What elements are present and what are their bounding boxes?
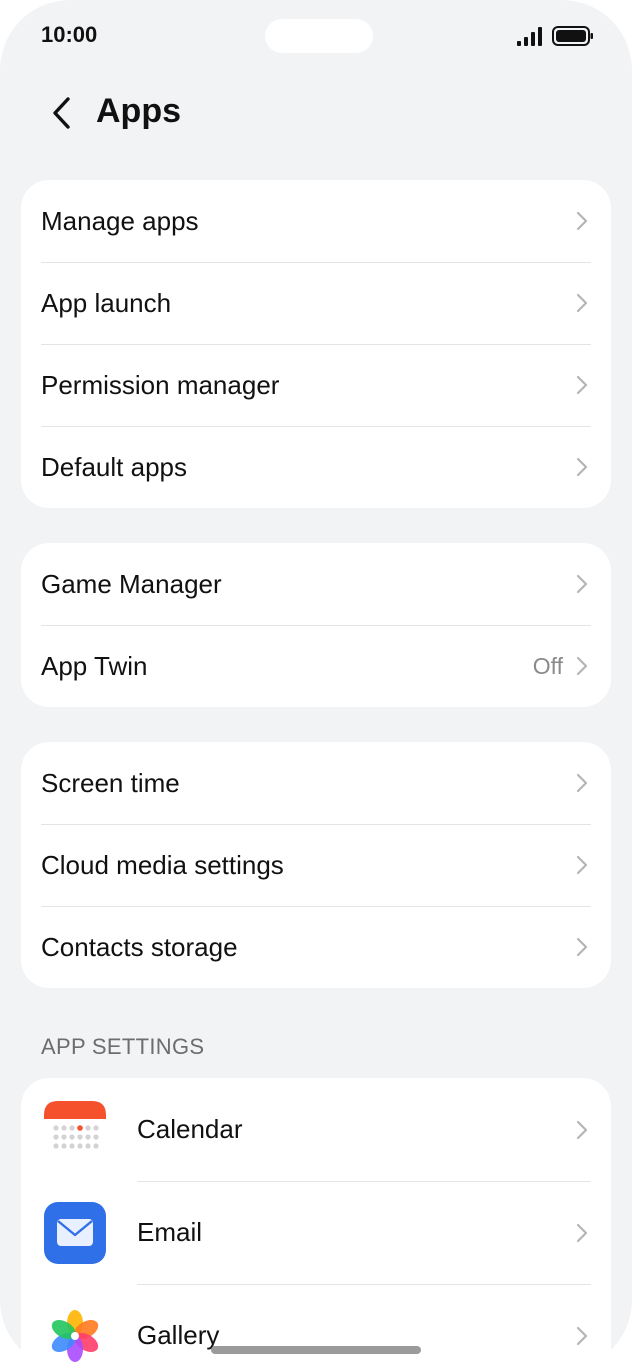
row-label: Cloud media settings: [41, 849, 284, 880]
camera-cutout: [265, 19, 373, 53]
manage-apps-row[interactable]: Manage apps: [21, 180, 611, 262]
permission-manager-row[interactable]: Permission manager: [21, 344, 611, 426]
chevron-right-icon: [576, 656, 588, 676]
app-label: Gallery: [137, 1320, 220, 1350]
calendar-app-row[interactable]: Calendar: [21, 1078, 611, 1181]
chevron-right-icon: [576, 1223, 588, 1242]
battery-icon: [552, 26, 593, 46]
app-twin-status: Off: [532, 652, 563, 679]
row-label: App launch: [41, 287, 172, 318]
chevron-right-icon: [576, 937, 588, 957]
contacts-storage-row[interactable]: Contacts storage: [21, 906, 611, 988]
cloud-media-settings-row[interactable]: Cloud media settings: [21, 824, 611, 906]
email-app-row[interactable]: Email: [21, 1181, 611, 1284]
game-manager-row[interactable]: Game Manager: [21, 543, 611, 625]
status-bar: 10:00: [0, 0, 632, 72]
chevron-right-icon: [576, 773, 588, 793]
chevron-right-icon: [576, 457, 588, 477]
home-indicator[interactable]: [211, 1346, 421, 1354]
page-title: Apps: [96, 92, 181, 130]
gallery-icon: [51, 1310, 99, 1362]
chevron-right-icon: [576, 1120, 588, 1139]
row-label: Screen time: [41, 767, 180, 798]
email-icon: [44, 1202, 106, 1264]
app-label: Calendar: [137, 1114, 243, 1144]
chevron-right-icon: [576, 211, 588, 231]
back-button[interactable]: [36, 88, 86, 138]
default-apps-row[interactable]: Default apps: [21, 426, 611, 508]
chevron-right-icon: [576, 293, 588, 313]
chevron-right-icon: [576, 1326, 588, 1345]
row-label: Contacts storage: [41, 931, 238, 962]
settings-group-3: Screen time Cloud media settings Contact…: [21, 742, 611, 988]
settings-group-1: Manage apps App launch Permission manage…: [21, 180, 611, 508]
chevron-right-icon: [576, 375, 588, 395]
app-settings-list: Calendar Email Gallery: [21, 1078, 611, 1370]
page-header: Apps: [0, 80, 632, 146]
calendar-icon: [44, 1101, 106, 1159]
gallery-app-row[interactable]: Gallery: [21, 1284, 611, 1370]
chevron-right-icon: [576, 855, 588, 875]
settings-group-2: Game Manager App Twin Off: [21, 543, 611, 707]
app-launch-row[interactable]: App launch: [21, 262, 611, 344]
chevron-right-icon: [576, 574, 588, 594]
signal-icon: [517, 27, 542, 46]
chevron-left-icon: [53, 97, 70, 129]
row-label: Game Manager: [41, 568, 222, 599]
row-label: Manage apps: [41, 205, 199, 236]
status-time: 10:00: [41, 22, 98, 47]
screen-time-row[interactable]: Screen time: [21, 742, 611, 824]
row-label: App Twin: [41, 650, 148, 681]
app-twin-row[interactable]: App Twin Off: [21, 625, 611, 707]
row-label: Default apps: [41, 451, 187, 482]
app-label: Email: [137, 1217, 203, 1247]
row-label: Permission manager: [41, 369, 280, 400]
phone-screen: 10:00 Apps Manage apps App launch Permis…: [0, 0, 632, 1370]
app-settings-section-label: APP SETTINGS: [41, 1034, 205, 1059]
